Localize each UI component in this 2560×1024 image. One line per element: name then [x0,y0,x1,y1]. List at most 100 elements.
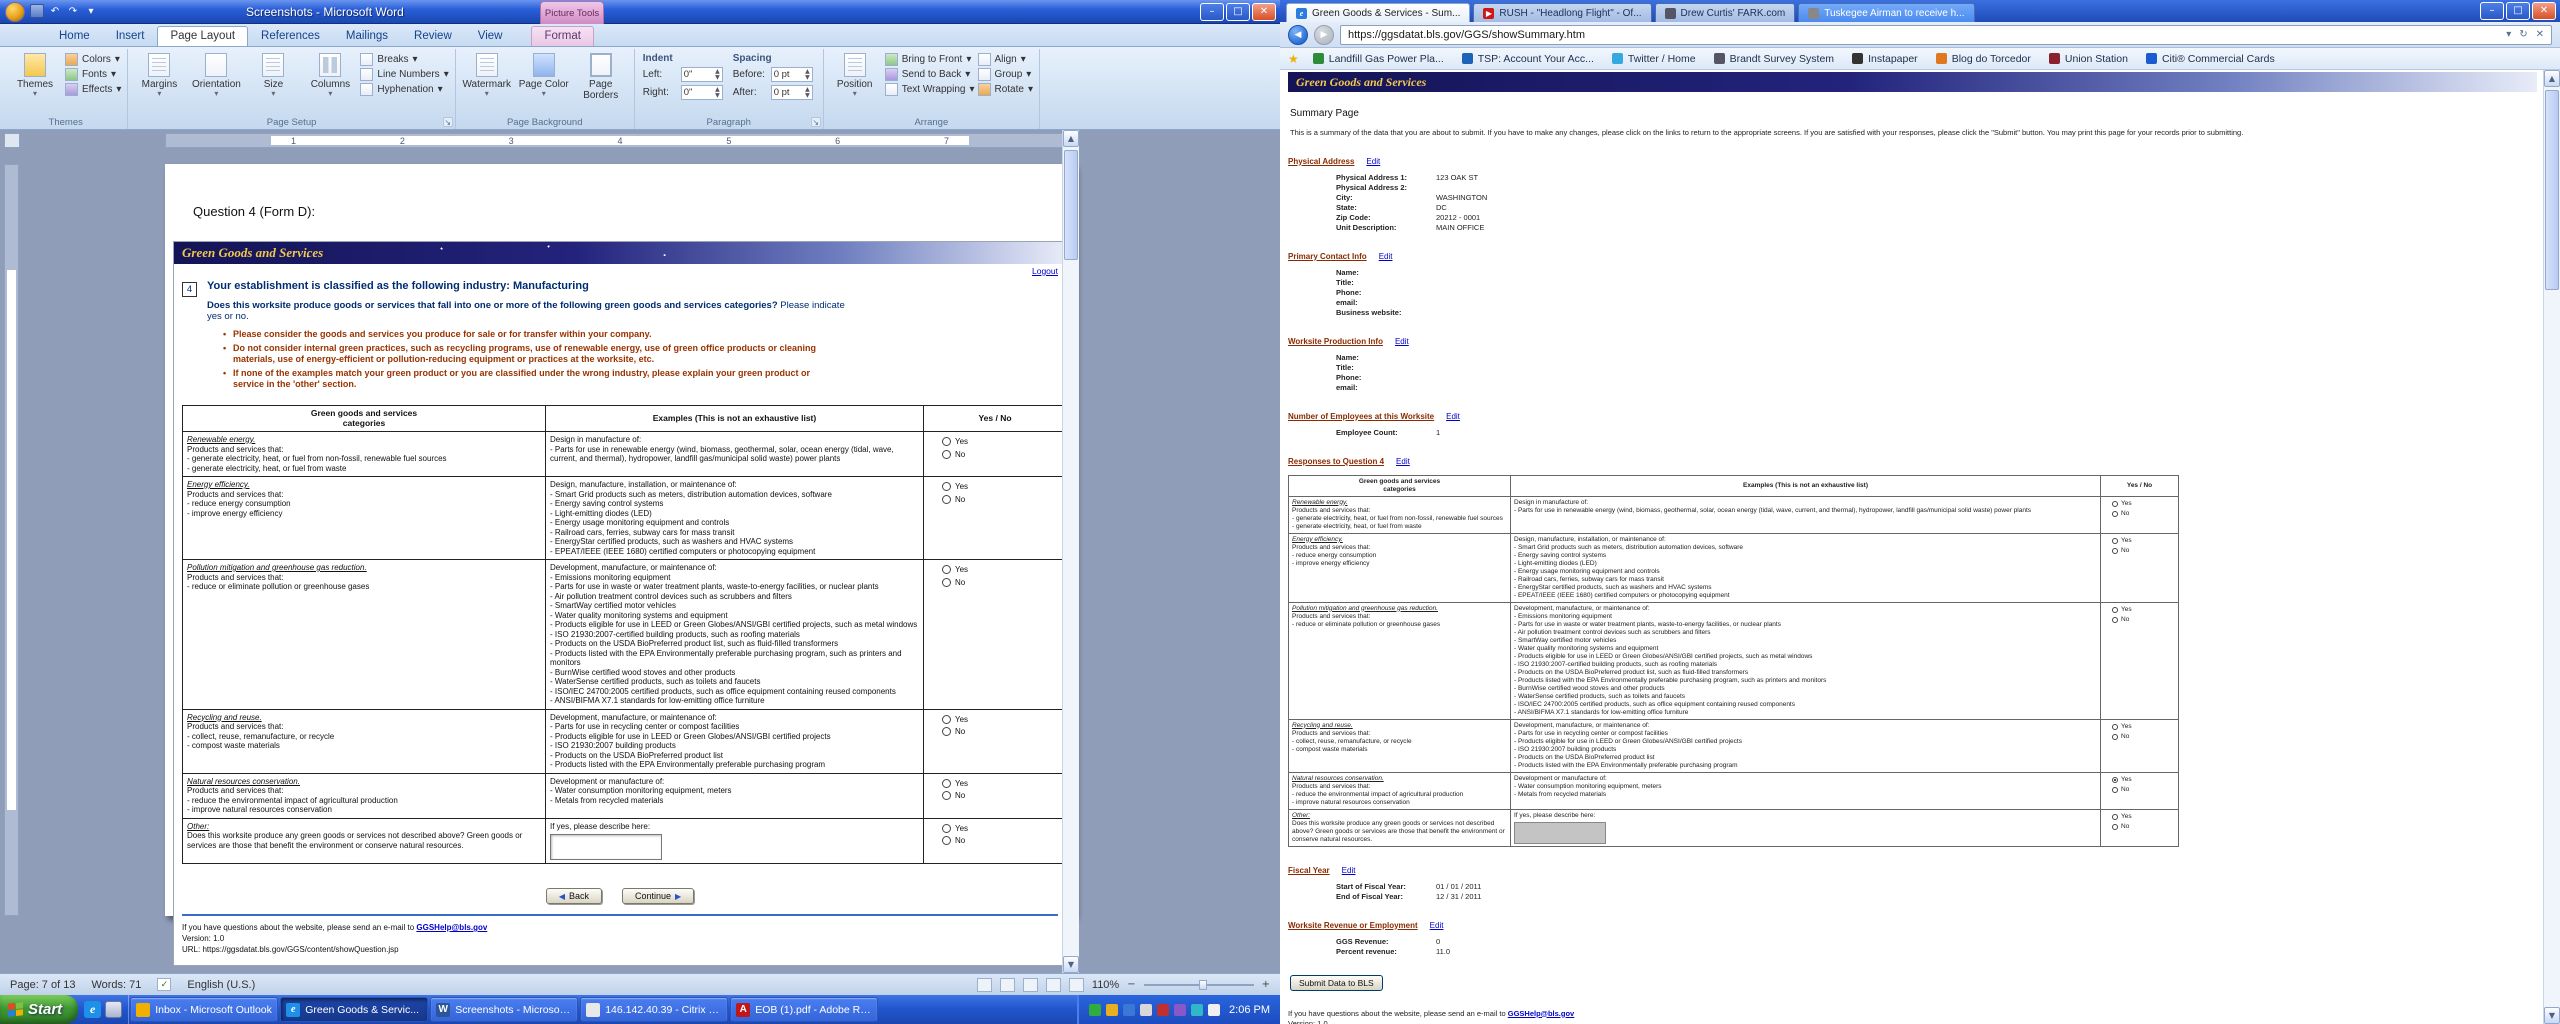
browser-tab-fark[interactable]: Drew Curtis' FARK.com [1655,3,1796,22]
size-button[interactable]: Size▾ [246,51,300,97]
radio-yes[interactable]: Yes [2112,500,2175,508]
draft-view-icon[interactable] [1069,978,1084,992]
watermark-button[interactable]: Watermark▾ [460,51,514,97]
scrollbar-thumb[interactable] [1064,150,1078,260]
show-desktop-icon[interactable] [105,1001,122,1018]
tab-insert[interactable]: Insert [103,26,158,46]
tray-icon[interactable] [1123,1004,1135,1016]
radio-yes[interactable]: Yes [2112,813,2175,821]
tray-icon[interactable] [1174,1004,1186,1016]
align-button[interactable]: Align▾ [978,53,1034,66]
radio-no[interactable]: No [2112,547,2175,555]
themes-button[interactable]: Themes ▾ [8,51,62,97]
undo-icon[interactable]: ↶ [48,4,62,18]
tray-icon[interactable] [1157,1004,1169,1016]
text-wrapping-button[interactable]: Text Wrapping▾ [885,83,975,96]
embedded-form-image[interactable]: Green Goods and Services Logout 4 Your e… [173,241,1067,966]
outline-view-icon[interactable] [1046,978,1061,992]
group-button[interactable]: Group▾ [978,68,1034,81]
zoom-in-icon[interactable]: + [1262,979,1270,990]
favorite-item[interactable]: Instapaper [1844,51,1926,67]
theme-fonts-button[interactable]: Fonts▾ [65,68,121,81]
spin-down-icon[interactable]: ▼ [805,93,810,99]
tab-mailings[interactable]: Mailings [333,26,401,46]
start-button[interactable]: Start [0,995,78,1024]
favorite-item[interactable]: TSP: Account Your Acc... [1454,51,1602,67]
tab-review[interactable]: Review [401,26,465,46]
tab-home[interactable]: Home [46,26,103,46]
address-dropdown-icon[interactable]: ▾ [2506,29,2511,40]
orientation-button[interactable]: Orientation▾ [189,51,243,97]
scroll-up-icon[interactable]: ▲ [2544,70,2560,87]
favorites-star-icon[interactable]: ★ [1288,52,1299,66]
favorite-item[interactable]: Citi® Commercial Cards [2138,51,2283,67]
tab-page-layout[interactable]: Page Layout [157,26,248,46]
ie-vertical-scrollbar[interactable]: ▲ ▼ [2543,70,2560,1024]
edit-link[interactable]: Edit [1342,866,1356,875]
taskbar-button-ie[interactable]: eGreen Goods & Servic... [280,997,428,1022]
page-color-button[interactable]: Page Color▾ [517,51,571,97]
radio-no[interactable]: No [2112,786,2175,794]
browser-tab-ggs[interactable]: eGreen Goods & Services - Sum... [1286,3,1470,22]
clock[interactable]: 2:06 PM [1229,1004,1270,1016]
rotate-button[interactable]: Rotate▾ [978,83,1034,96]
minimize-button[interactable]: – [1200,3,1224,21]
radio-no[interactable]: No [2112,616,2175,624]
scrollbar-thumb[interactable] [2545,90,2559,290]
page-indicator[interactable]: Page: 7 of 13 [10,979,75,991]
word-vertical-scrollbar[interactable]: ▲ ▼ [1062,130,1079,973]
back-button[interactable]: ◀ [1288,25,1308,45]
favorite-item[interactable]: Brandt Survey System [1706,51,1842,67]
scroll-down-icon[interactable]: ▼ [2544,1007,2560,1024]
favorite-item[interactable]: Union Station [2041,51,2136,67]
submit-button[interactable]: Submit Data to BLS [1290,975,1383,991]
send-to-back-button[interactable]: Send to Back▾ [885,68,975,81]
tray-icon[interactable] [1208,1004,1220,1016]
tray-icon[interactable] [1191,1004,1203,1016]
tab-stop-selector[interactable] [4,133,20,148]
tab-format[interactable]: Format [531,26,593,46]
stop-icon[interactable]: ✕ [2536,29,2544,40]
spin-down-icon[interactable]: ▼ [715,93,720,99]
tray-icon[interactable] [1140,1004,1152,1016]
spin-down-icon[interactable]: ▼ [805,75,810,81]
taskbar-button-outlook[interactable]: Inbox - Microsoft Outlook [130,997,278,1022]
close-button[interactable]: ✕ [1252,3,1276,21]
zoom-slider-thumb[interactable] [1199,980,1207,990]
favorite-item[interactable]: Twitter / Home [1604,51,1704,67]
edit-link[interactable]: Edit [1430,921,1444,930]
browser-tab-youtube[interactable]: ▶RUSH - "Headlong Flight" - Of... [1473,3,1651,22]
radio-yes[interactable]: Yes [2112,537,2175,545]
taskbar-button-pdf[interactable]: AEOB (1).pdf - Adobe Rea... [730,997,878,1022]
minimize-button[interactable]: – [2480,2,2504,20]
indent-right-stepper[interactable]: Right:0"▲▼ [643,85,723,100]
horizontal-ruler[interactable]: 1 2 3 4 5 6 7 [165,133,1075,148]
web-layout-view-icon[interactable] [1023,978,1038,992]
forward-button[interactable]: ▶ [1314,25,1334,45]
redo-icon[interactable]: ↷ [66,4,80,18]
bring-to-front-button[interactable]: Bring to Front▾ [885,53,975,66]
radio-no[interactable]: No [2112,733,2175,741]
radio-no[interactable]: No [2112,510,2175,518]
radio-yes-selected[interactable]: Yes [2112,776,2175,784]
page-borders-button[interactable]: Page Borders [574,51,628,101]
edit-link[interactable]: Edit [1446,412,1460,421]
tray-icon[interactable] [1106,1004,1118,1016]
scroll-down-icon[interactable]: ▼ [1063,956,1079,973]
radio-yes[interactable]: Yes [2112,723,2175,731]
radio-yes[interactable]: Yes [2112,606,2175,614]
full-screen-view-icon[interactable] [1000,978,1015,992]
spacing-before-stepper[interactable]: Before:0 pt▲▼ [733,67,813,82]
help-email-link[interactable]: GGSHelp@bls.gov [1508,1009,1575,1018]
zoom-slider[interactable] [1144,984,1254,986]
word-count[interactable]: Words: 71 [91,979,141,991]
spell-check-icon[interactable]: ✓ [157,978,171,991]
ie-quick-launch-icon[interactable]: e [84,1001,101,1018]
vertical-ruler[interactable] [4,164,19,916]
columns-button[interactable]: Columns▾ [303,51,357,97]
position-button[interactable]: Position▾ [828,51,882,97]
taskbar-button-word[interactable]: WScreenshots - Microsoft ... [430,997,578,1022]
hyphenation-button[interactable]: Hyphenation▾ [360,83,448,96]
edit-link[interactable]: Edit [1379,252,1393,261]
breaks-button[interactable]: Breaks▾ [360,53,448,66]
